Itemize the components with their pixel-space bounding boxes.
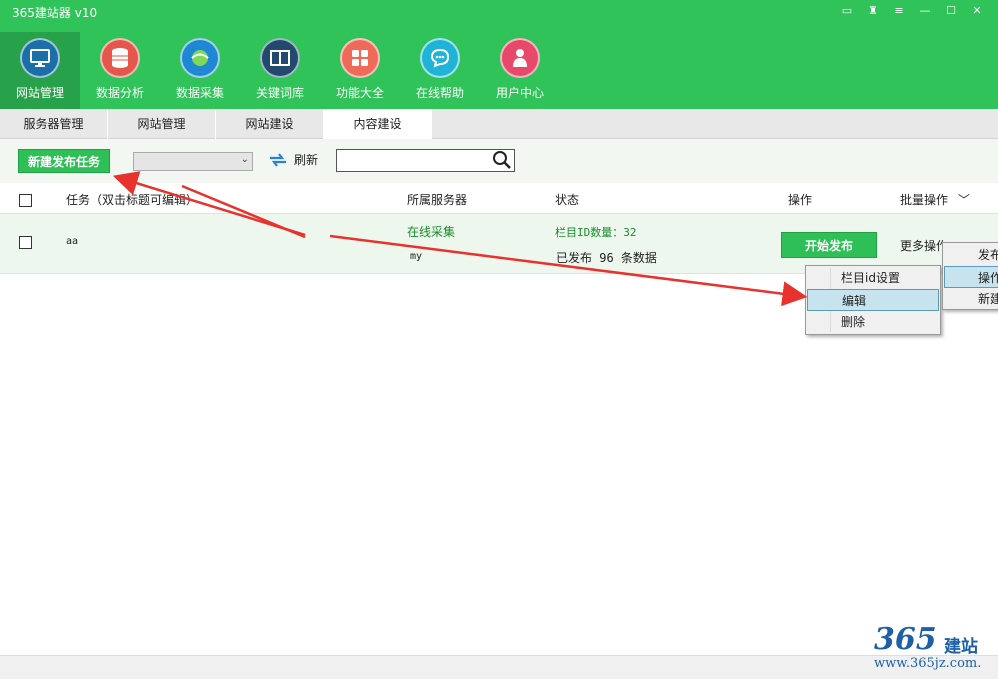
nav-item-user-center[interactable]: 用户中心	[480, 32, 560, 109]
logo-text: 建站	[944, 637, 978, 657]
close-icon[interactable]: ✕	[964, 2, 990, 20]
column-id-count: 栏目ID数量：32	[555, 226, 637, 239]
nav-item-features[interactable]: 功能大全	[320, 32, 400, 109]
start-publish-button[interactable]: 开始发布	[781, 232, 877, 258]
tab-site-building[interactable]: 网站建设	[216, 109, 324, 139]
book-icon	[260, 38, 300, 78]
search-icon[interactable]	[492, 150, 512, 170]
tab-content-building[interactable]: 内容建设	[324, 109, 432, 139]
nav-label: 网站管理	[15, 86, 64, 100]
status-bar	[0, 655, 998, 679]
refresh-button[interactable]: 刷新	[268, 151, 318, 168]
main-nav: 网站管理 数据分析 数据采集 关键词库 功能大全 在线帮助 用户中心	[0, 32, 560, 109]
maximize-icon[interactable]: ☐	[938, 2, 964, 20]
user-icon	[500, 38, 540, 78]
batch-menu: 发布 操作 新建	[942, 242, 998, 310]
nav-label: 数据分析	[95, 86, 144, 100]
tab-server-management[interactable]: 服务器管理	[0, 109, 108, 139]
nav-item-online-help[interactable]: 在线帮助	[400, 32, 480, 109]
nav-label: 功能大全	[335, 86, 384, 100]
col-operation: 操作	[788, 193, 813, 207]
new-task-button[interactable]: 新建发布任务	[18, 149, 110, 173]
app-header: 365建站器 v10 ▭ ♜ ≡ — ☐ ✕ 网站管理 数据分析 数据采集 关键…	[0, 0, 998, 109]
row-checkbox[interactable]	[19, 236, 32, 249]
server-link[interactable]: 在线采集	[407, 223, 455, 240]
shirt-icon[interactable]: ♜	[860, 2, 886, 20]
dropdown-icon[interactable]: ≡	[886, 2, 912, 20]
globe-icon	[180, 38, 220, 78]
nav-item-data-analysis[interactable]: 数据分析	[80, 32, 160, 109]
batch-item-new[interactable]: 新建	[944, 288, 998, 310]
col-task: 任务（双击标题可编辑）	[66, 193, 199, 207]
col-status: 状态	[555, 193, 580, 207]
message-icon[interactable]: ▭	[834, 2, 860, 20]
logo-number: 365	[874, 622, 937, 657]
sub-tabs: 服务器管理 网站管理 网站建设 内容建设	[0, 109, 998, 139]
refresh-icon	[270, 152, 286, 167]
batch-item-operate[interactable]: 操作	[944, 266, 998, 288]
toolbar: 新建发布任务 ⌄ 刷新	[0, 139, 998, 183]
search-input[interactable]	[336, 149, 515, 172]
select-all-checkbox[interactable]	[19, 194, 32, 207]
nav-label: 用户中心	[495, 86, 544, 100]
nav-item-keyword-library[interactable]: 关键词库	[240, 32, 320, 109]
chat-icon	[420, 38, 460, 78]
site-select[interactable]: ⌄	[133, 152, 253, 171]
menu-item-edit[interactable]: 编辑	[807, 289, 939, 311]
col-server: 所属服务器	[407, 193, 468, 207]
monitor-icon	[20, 38, 60, 78]
menu-item-delete[interactable]: 删除	[807, 311, 939, 333]
nav-label: 在线帮助	[415, 86, 464, 100]
more-ops-button[interactable]: 更多操作	[900, 237, 948, 254]
chevron-down-icon: ⌄	[240, 154, 249, 165]
table-header: 任务（双击标题可编辑） 所属服务器 状态 操作 批量操作 ﹀	[0, 183, 998, 214]
batch-operations[interactable]: 批量操作 ﹀	[900, 191, 970, 208]
nav-item-data-collection[interactable]: 数据采集	[160, 32, 240, 109]
nav-item-site-management[interactable]: 网站管理	[0, 32, 80, 109]
server-name: my	[410, 251, 423, 262]
app-title: 365建站器 v10	[12, 6, 98, 20]
logo-url: www.365jz.com.	[874, 656, 982, 671]
site-logo: 365 建站 www.365jz.com.	[872, 622, 998, 679]
refresh-label: 刷新	[294, 153, 319, 167]
chevron-down-icon: ﹀	[957, 193, 970, 207]
row-context-menu: 栏目id设置 编辑 删除	[805, 265, 941, 335]
minimize-icon[interactable]: —	[912, 2, 938, 20]
database-icon	[100, 38, 140, 78]
batch-label: 批量操作	[900, 193, 949, 207]
grid-icon	[340, 38, 380, 78]
task-title[interactable]: aa	[66, 236, 78, 247]
tab-site-management[interactable]: 网站管理	[108, 109, 216, 139]
menu-item-column-id[interactable]: 栏目id设置	[807, 267, 939, 289]
batch-item-publish[interactable]: 发布	[944, 244, 998, 266]
window-controls: ▭ ♜ ≡ — ☐ ✕	[834, 2, 990, 20]
published-count: 已发布 96 条数据	[556, 251, 657, 265]
nav-label: 关键词库	[255, 86, 304, 100]
nav-label: 数据采集	[175, 86, 224, 100]
